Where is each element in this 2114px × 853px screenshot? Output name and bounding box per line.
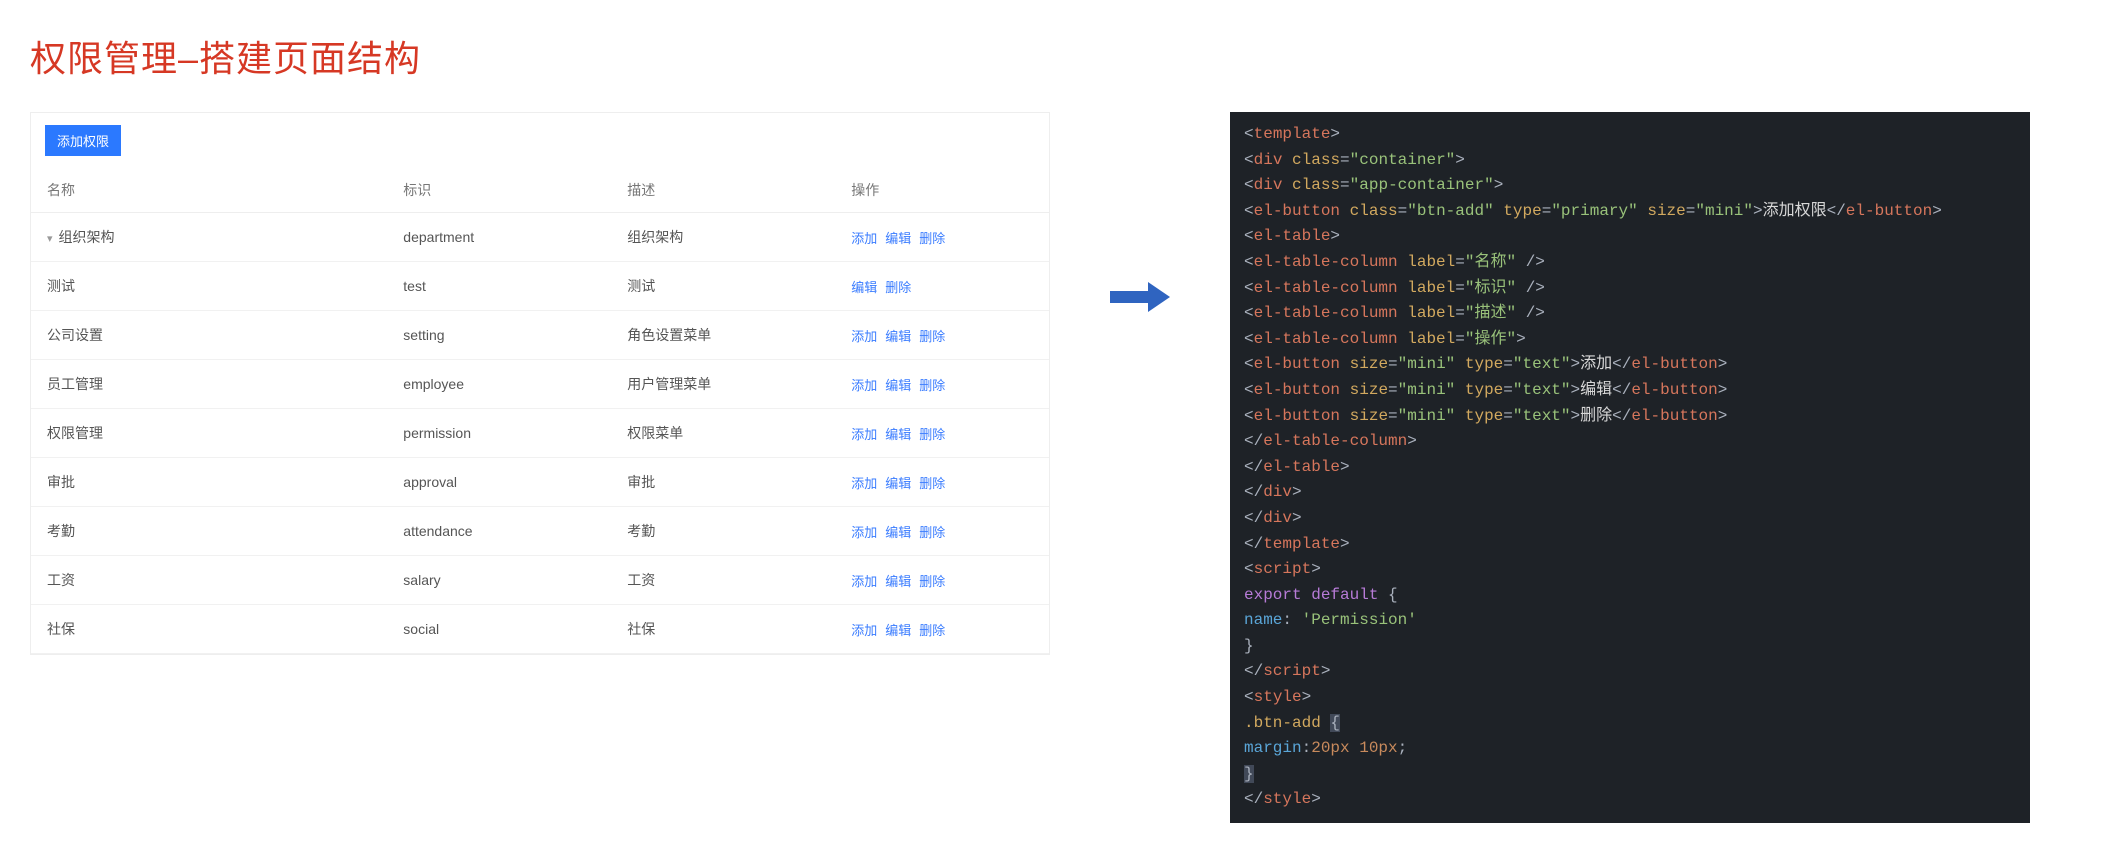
cell-actions: 添加编辑删除 <box>835 360 1049 409</box>
delete-button[interactable]: 删除 <box>919 623 945 638</box>
cell-desc: 审批 <box>611 458 835 507</box>
cell-key: setting <box>387 311 611 360</box>
edit-button[interactable]: 编辑 <box>885 525 911 540</box>
cell-name: 工资 <box>31 556 387 605</box>
add-button[interactable]: 添加 <box>851 623 877 638</box>
add-button[interactable]: 添加 <box>851 427 877 442</box>
cell-key: attendance <box>387 507 611 556</box>
cell-key: salary <box>387 556 611 605</box>
table-row: 公司设置setting角色设置菜单添加编辑删除 <box>31 311 1049 360</box>
delete-button[interactable]: 删除 <box>919 427 945 442</box>
add-button[interactable]: 添加 <box>851 476 877 491</box>
cell-actions: 添加编辑删除 <box>835 605 1049 654</box>
chevron-down-icon[interactable]: ▾ <box>47 232 53 245</box>
edit-button[interactable]: 编辑 <box>851 280 877 295</box>
table-header: 描述 <box>611 168 835 213</box>
table-row: 员工管理employee用户管理菜单添加编辑删除 <box>31 360 1049 409</box>
cell-name: 测试 <box>31 262 387 311</box>
table-row: 审批approval审批添加编辑删除 <box>31 458 1049 507</box>
edit-button[interactable]: 编辑 <box>885 427 911 442</box>
add-button[interactable]: 添加 <box>851 231 877 246</box>
add-button[interactable]: 添加 <box>851 329 877 344</box>
page-title: 权限管理–搭建页面结构 <box>30 30 2084 82</box>
cell-desc: 工资 <box>611 556 835 605</box>
edit-button[interactable]: 编辑 <box>885 329 911 344</box>
table-row: ▾组织架构department组织架构添加编辑删除 <box>31 213 1049 262</box>
cell-key: test <box>387 262 611 311</box>
add-permission-button[interactable]: 添加权限 <box>45 125 121 156</box>
cell-name: 考勤 <box>31 507 387 556</box>
table-row: 测试test测试编辑删除 <box>31 262 1049 311</box>
table-row: 考勤attendance考勤添加编辑删除 <box>31 507 1049 556</box>
cell-name: 审批 <box>31 458 387 507</box>
edit-button[interactable]: 编辑 <box>885 378 911 393</box>
add-button[interactable]: 添加 <box>851 525 877 540</box>
cell-actions: 添加编辑删除 <box>835 458 1049 507</box>
edit-button[interactable]: 编辑 <box>885 476 911 491</box>
cell-desc: 考勤 <box>611 507 835 556</box>
table-header: 操作 <box>835 168 1049 213</box>
cell-name: ▾组织架构 <box>31 213 387 262</box>
permissions-table: 名称标识描述操作 ▾组织架构department组织架构添加编辑删除测试test… <box>31 168 1049 654</box>
delete-button[interactable]: 删除 <box>919 231 945 246</box>
edit-button[interactable]: 编辑 <box>885 231 911 246</box>
delete-button[interactable]: 删除 <box>919 574 945 589</box>
cell-name: 公司设置 <box>31 311 387 360</box>
cell-name: 员工管理 <box>31 360 387 409</box>
cell-desc: 角色设置菜单 <box>611 311 835 360</box>
cell-key: approval <box>387 458 611 507</box>
edit-button[interactable]: 编辑 <box>885 623 911 638</box>
edit-button[interactable]: 编辑 <box>885 574 911 589</box>
cell-key: permission <box>387 409 611 458</box>
add-button[interactable]: 添加 <box>851 574 877 589</box>
cell-name: 社保 <box>31 605 387 654</box>
cell-key: employee <box>387 360 611 409</box>
table-header: 名称 <box>31 168 387 213</box>
cell-actions: 添加编辑删除 <box>835 556 1049 605</box>
cell-actions: 添加编辑删除 <box>835 213 1049 262</box>
delete-button[interactable]: 删除 <box>919 378 945 393</box>
table-row: 社保social社保添加编辑删除 <box>31 605 1049 654</box>
delete-button[interactable]: 删除 <box>919 476 945 491</box>
add-button[interactable]: 添加 <box>851 378 877 393</box>
cell-key: department <box>387 213 611 262</box>
arrow-icon <box>1110 112 1170 312</box>
cell-name: 权限管理 <box>31 409 387 458</box>
cell-actions: 添加编辑删除 <box>835 409 1049 458</box>
cell-desc: 用户管理菜单 <box>611 360 835 409</box>
code-panel: <template> <div class="container"> <div … <box>1230 112 2030 823</box>
delete-button[interactable]: 删除 <box>919 525 945 540</box>
table-row: 权限管理permission权限菜单添加编辑删除 <box>31 409 1049 458</box>
table-header: 标识 <box>387 168 611 213</box>
delete-button[interactable]: 删除 <box>885 280 911 295</box>
table-panel: 添加权限 名称标识描述操作 ▾组织架构department组织架构添加编辑删除测… <box>30 112 1050 655</box>
cell-key: social <box>387 605 611 654</box>
delete-button[interactable]: 删除 <box>919 329 945 344</box>
cell-desc: 权限菜单 <box>611 409 835 458</box>
cell-actions: 添加编辑删除 <box>835 507 1049 556</box>
cell-desc: 组织架构 <box>611 213 835 262</box>
table-row: 工资salary工资添加编辑删除 <box>31 556 1049 605</box>
cell-actions: 添加编辑删除 <box>835 311 1049 360</box>
cell-desc: 测试 <box>611 262 835 311</box>
cell-desc: 社保 <box>611 605 835 654</box>
cell-actions: 编辑删除 <box>835 262 1049 311</box>
